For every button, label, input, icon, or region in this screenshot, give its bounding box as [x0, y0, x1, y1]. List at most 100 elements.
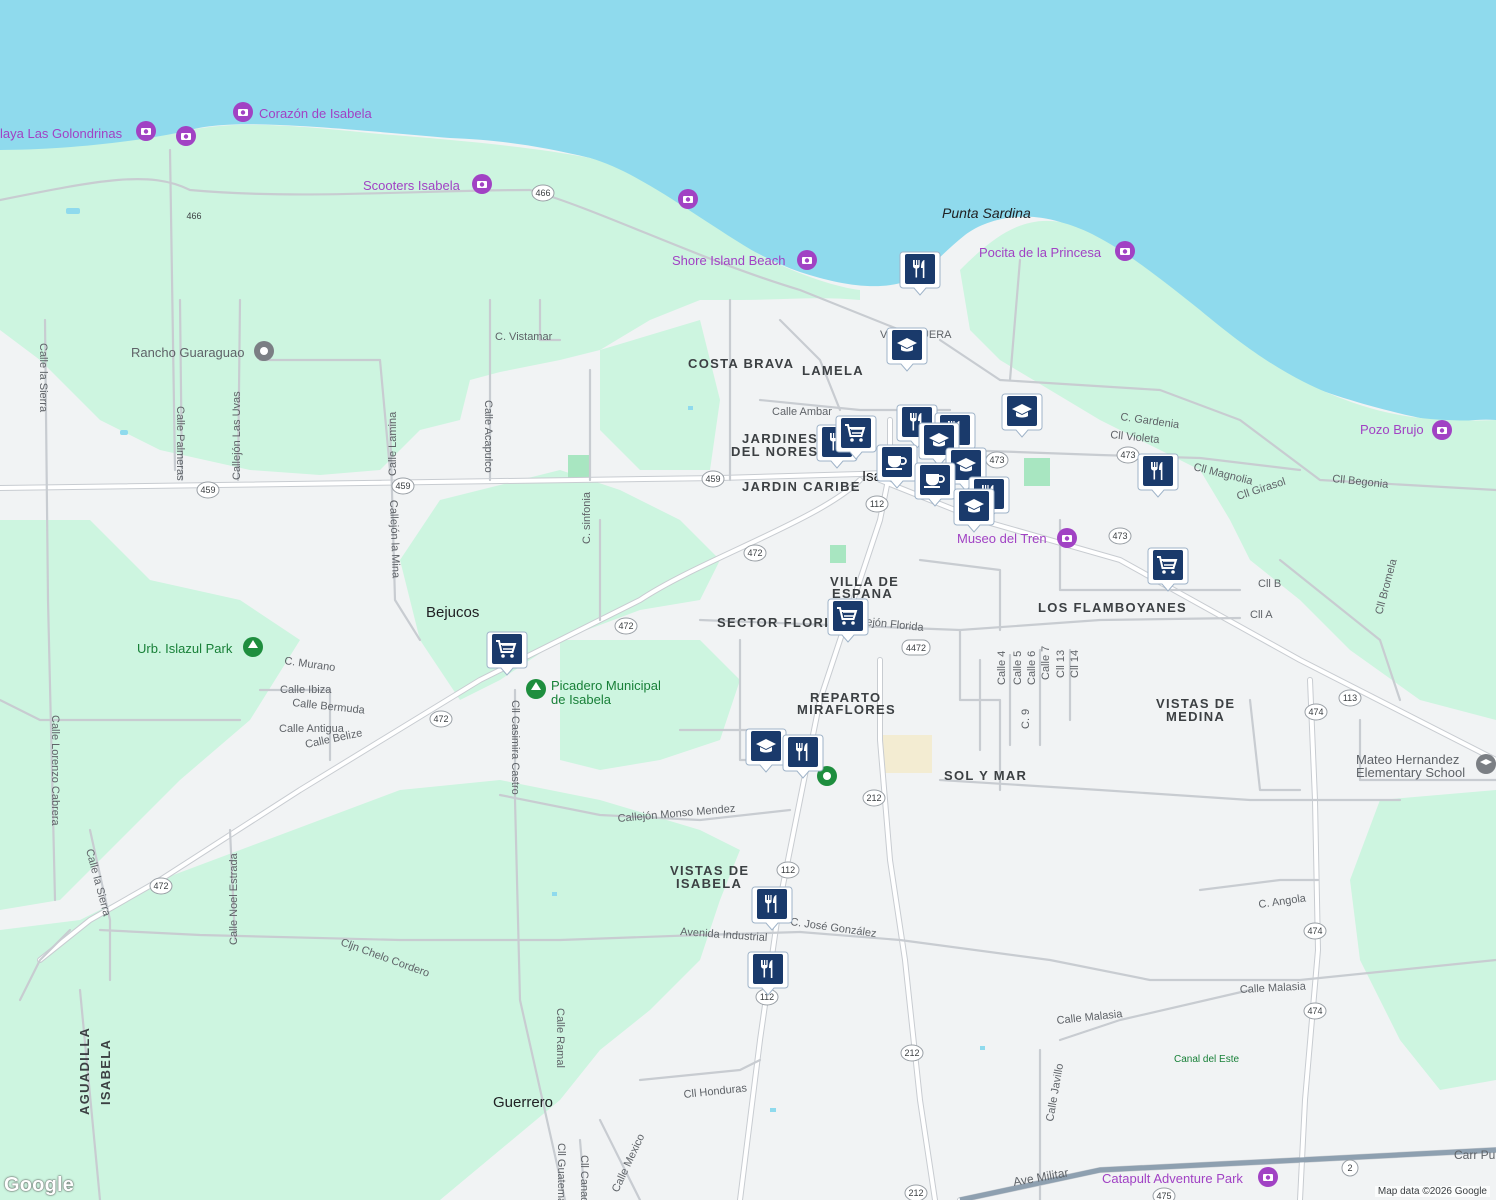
- area-lamela: LAMELA: [802, 363, 864, 378]
- street-label: Calle 7: [1040, 646, 1052, 680]
- street-label: C. 9: [1020, 709, 1032, 729]
- svg-text:472: 472: [618, 621, 633, 631]
- route-shield: 459: [701, 470, 725, 488]
- svg-text:473: 473: [1120, 450, 1135, 460]
- street-label: C. José González: [790, 916, 878, 940]
- svg-text:473: 473: [989, 455, 1004, 465]
- svg-text:466: 466: [186, 211, 201, 221]
- street-label: Cll 13: [1055, 650, 1067, 678]
- route-shield: 212: [900, 1044, 924, 1062]
- street-label: C. sinfonia: [581, 491, 593, 544]
- campus-area: [880, 735, 932, 773]
- google-logo: Google: [4, 1174, 75, 1196]
- route-shield: 474: [1303, 1002, 1327, 1020]
- poi-mateo-2[interactable]: Elementary School: [1356, 765, 1465, 780]
- area-jardin-caribe: JARDIN CARIBE: [742, 479, 861, 494]
- school-marker[interactable]: [953, 488, 995, 533]
- restaurant-marker[interactable]: [899, 251, 941, 296]
- street-label: Cll Guatema: [555, 1143, 567, 1200]
- poi-golondrinas[interactable]: laya Las Golondrinas: [0, 126, 123, 141]
- poi-picadero-2[interactable]: de Isabela: [551, 692, 612, 707]
- street-label: Calle Lorenzo Cabrera: [49, 715, 61, 827]
- shopping-cart-marker[interactable]: [1147, 547, 1189, 592]
- street-label: Calle la Sierra: [83, 848, 113, 919]
- poi-museo[interactable]: Museo del Tren: [957, 531, 1047, 546]
- route-shield: 472: [149, 877, 173, 895]
- route-shield: 472: [743, 544, 767, 562]
- svg-text:474: 474: [1307, 1006, 1322, 1016]
- street-label: Calle 6: [1026, 651, 1038, 685]
- svg-text:4472: 4472: [906, 643, 926, 653]
- map-canvas[interactable]: COSTA BRAVA LAMELA JARDINES DEL NOREST J…: [0, 0, 1496, 1200]
- park-pin-icon: [526, 679, 546, 699]
- route-shield: 2: [1341, 1159, 1359, 1177]
- svg-text:459: 459: [705, 474, 720, 484]
- street-label: Callejón Monso Mendez: [617, 803, 736, 825]
- shopping-cart-marker[interactable]: [827, 598, 869, 643]
- border-aguadilla: AGUADILLA: [77, 1027, 92, 1115]
- svg-text:472: 472: [433, 714, 448, 724]
- route-shield: 472: [429, 710, 453, 728]
- svg-text:112: 112: [781, 865, 795, 875]
- restaurant-marker[interactable]: [747, 951, 789, 996]
- restaurant-marker[interactable]: [1137, 453, 1179, 498]
- map-attribution: Map data ©2026 Google: [1374, 1186, 1490, 1197]
- canal-label: Canal del Este: [1174, 1054, 1239, 1065]
- route-shield: 466: [531, 184, 555, 202]
- street-label: Cll Honduras: [683, 1082, 748, 1101]
- poi-corazon[interactable]: Corazón de Isabela: [259, 106, 373, 121]
- street-label: C. Murano: [284, 655, 337, 674]
- street-label: C. Vistamar: [495, 331, 553, 343]
- park-pin-icon: [243, 637, 263, 657]
- poi-pocita[interactable]: Pocita de la Princesa: [979, 245, 1102, 260]
- svg-text:459: 459: [200, 485, 215, 495]
- street-label: Calle Acapulco: [482, 400, 494, 473]
- route-shield: 474: [1303, 922, 1327, 940]
- natural-punta-sardina: Punta Sardina: [942, 205, 1031, 221]
- street-label: Callejón la Mina: [387, 500, 402, 580]
- svg-text:472: 472: [153, 881, 168, 891]
- street-label: Calle Lamina: [387, 411, 399, 476]
- poi-rancho[interactable]: Rancho Guaraguao: [131, 345, 244, 360]
- street-label: Cll Canada: [578, 1155, 590, 1200]
- route-shield: 113: [1338, 689, 1362, 707]
- restaurant-marker[interactable]: [782, 734, 824, 779]
- svg-text:475: 475: [1156, 1191, 1171, 1200]
- svg-text:212: 212: [908, 1188, 923, 1198]
- route-shield: 473: [1116, 446, 1140, 464]
- area-del-noreste: DEL NOREST: [731, 444, 828, 459]
- svg-text:2: 2: [1347, 1163, 1352, 1173]
- svg-text:472: 472: [747, 548, 762, 558]
- poi-pozo-brujo[interactable]: Pozo Brujo: [1360, 422, 1424, 437]
- svg-text:212: 212: [904, 1048, 919, 1058]
- route-shield: 112: [865, 495, 889, 513]
- route-shield: 473: [985, 451, 1009, 469]
- street-label: Calle Ibiza: [280, 684, 332, 696]
- svg-text:474: 474: [1307, 926, 1322, 936]
- restaurant-marker[interactable]: [751, 886, 793, 931]
- area-vistas-de-medina-2: MEDINA: [1166, 709, 1225, 724]
- poi-islazul[interactable]: Urb. Islazul Park: [137, 641, 233, 656]
- poi-catapult[interactable]: Catapult Adventure Park: [1102, 1171, 1243, 1186]
- street-label: Cll A: [1250, 609, 1273, 621]
- svg-text:112: 112: [870, 499, 884, 509]
- area-sol-y-mar: SOL Y MAR: [944, 768, 1027, 783]
- poi-picadero-1[interactable]: Picadero Municipal: [551, 678, 661, 693]
- school-marker[interactable]: [886, 327, 928, 372]
- route-shield: 459: [391, 477, 415, 495]
- park-square: [830, 545, 846, 563]
- camera-pin-icon: [1258, 1167, 1278, 1187]
- street-label: Calle 4: [996, 651, 1008, 685]
- school-marker[interactable]: [745, 728, 787, 773]
- camera-pin-icon: [472, 174, 492, 194]
- camera-pin-icon: [136, 121, 156, 141]
- route-shield: 472: [614, 617, 638, 635]
- svg-text:212: 212: [866, 793, 881, 803]
- street-label: Calle Ramal: [554, 1008, 566, 1068]
- camera-pin-icon: [176, 126, 196, 146]
- poi-scooters[interactable]: Scooters Isabela: [363, 178, 461, 193]
- poi-shore-island[interactable]: Shore Island Beach: [672, 253, 785, 268]
- svg-text:466: 466: [535, 188, 550, 198]
- school-marker[interactable]: [1001, 393, 1043, 438]
- svg-text:113: 113: [1343, 693, 1357, 703]
